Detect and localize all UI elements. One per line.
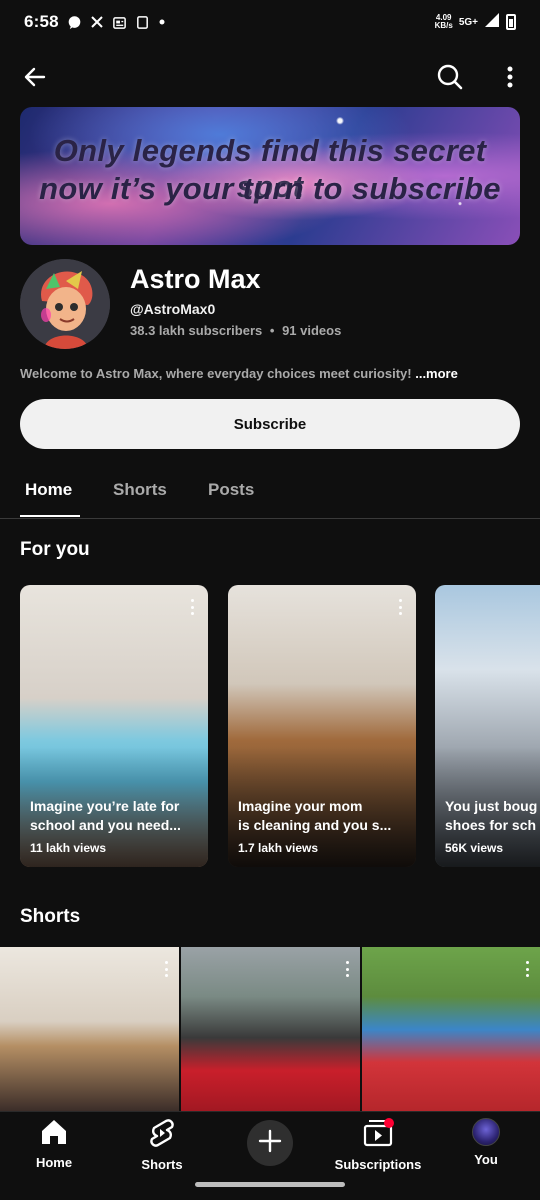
channel-name: Astro Max xyxy=(130,264,261,294)
channel-banner: Only legends find this secret spot now i… xyxy=(20,107,520,245)
card-title-line-2: school and you need... xyxy=(30,817,181,833)
subscriptions-icon xyxy=(362,1118,394,1153)
video-card[interactable]: Imagine your mom is cleaning and you s..… xyxy=(228,585,416,867)
channel-avatar[interactable] xyxy=(20,259,110,349)
card-title-line-1: You just boug xyxy=(445,798,538,814)
tab-home[interactable]: Home xyxy=(25,480,72,500)
subscribe-button[interactable]: Subscribe xyxy=(20,399,520,449)
home-indicator[interactable] xyxy=(195,1182,345,1187)
channel-description[interactable]: Welcome to Astro Max, where everyday cho… xyxy=(20,366,458,381)
nav-home-label: Home xyxy=(35,1155,73,1170)
stats-separator: • xyxy=(269,323,275,338)
create-button[interactable] xyxy=(247,1120,293,1166)
nav-you-label: You xyxy=(474,1152,498,1167)
screen-icon xyxy=(135,15,150,30)
search-icon[interactable] xyxy=(428,55,472,99)
card-title-line-2: is cleaning and you s... xyxy=(238,817,392,833)
more-vertical-icon[interactable] xyxy=(488,55,532,99)
battery-icon xyxy=(506,14,516,30)
nav-subscriptions[interactable]: Subscriptions xyxy=(328,1118,428,1172)
more-vertical-icon[interactable] xyxy=(392,597,408,617)
description-text: Welcome to Astro Max, where everyday cho… xyxy=(20,366,416,381)
banner-line-2: now it’s your turn to subscribe xyxy=(39,171,501,206)
tab-shorts[interactable]: Shorts xyxy=(113,480,167,500)
more-vertical-icon[interactable] xyxy=(524,961,530,977)
video-count: 91 videos xyxy=(282,323,342,338)
you-avatar-icon xyxy=(472,1118,500,1146)
more-vertical-icon[interactable] xyxy=(344,961,350,977)
short-thumbnail[interactable] xyxy=(362,947,540,1112)
card-views: 56K views xyxy=(445,841,504,855)
short-thumbnail[interactable] xyxy=(0,947,179,1112)
signal-icon xyxy=(484,12,500,33)
channel-stats: 38.3 lakh subscribers • 91 videos xyxy=(130,323,341,338)
card-title-line-1: Imagine your mom xyxy=(238,798,363,814)
news-icon xyxy=(112,15,127,30)
more-link[interactable]: ...more xyxy=(415,366,458,381)
back-arrow-icon[interactable] xyxy=(13,55,57,99)
for-you-heading: For you xyxy=(20,539,90,560)
card-title-line-2: shoes for sch xyxy=(445,817,537,833)
net-speed-unit: KB/s xyxy=(434,21,453,30)
channel-tabs: Home Shorts Posts xyxy=(0,468,540,519)
shorts-icon xyxy=(148,1118,176,1153)
plus-icon xyxy=(258,1129,282,1158)
nav-shorts[interactable]: Shorts xyxy=(112,1118,212,1172)
more-vertical-icon[interactable] xyxy=(163,961,169,977)
x-icon xyxy=(90,15,104,29)
active-tab-indicator xyxy=(20,515,80,517)
nav-you[interactable]: You xyxy=(436,1118,536,1167)
card-views: 11 lakh views xyxy=(30,841,107,855)
nav-home[interactable]: Home xyxy=(4,1118,104,1170)
shorts-heading: Shorts xyxy=(20,906,81,927)
short-thumbnail[interactable] xyxy=(181,947,360,1112)
dot-icon xyxy=(158,18,166,26)
more-vertical-icon[interactable] xyxy=(184,597,200,617)
top-bar xyxy=(0,52,540,102)
card-views: 1.7 lakh views xyxy=(238,841,319,855)
video-card[interactable]: Imagine you’re late for school and you n… xyxy=(20,585,208,867)
video-card[interactable]: You just boug shoes for sch 56K views xyxy=(435,585,540,867)
status-bar: 6:58 4.09 KB/s 5G+ xyxy=(0,0,540,44)
network-label: 5G+ xyxy=(458,16,478,28)
subscriber-count: 38.3 lakh subscribers xyxy=(130,323,263,338)
whatsapp-icon xyxy=(67,15,82,30)
tab-posts[interactable]: Posts xyxy=(208,480,254,500)
net-speed: 4.09 KB/s xyxy=(435,14,453,30)
nav-shorts-label: Shorts xyxy=(141,1157,183,1172)
channel-handle: @AstroMax0 xyxy=(130,301,216,317)
card-title-line-1: Imagine you’re late for xyxy=(30,798,180,814)
home-icon xyxy=(39,1118,69,1151)
nav-subscriptions-label: Subscriptions xyxy=(334,1157,422,1172)
status-time: 6:58 xyxy=(24,12,59,31)
